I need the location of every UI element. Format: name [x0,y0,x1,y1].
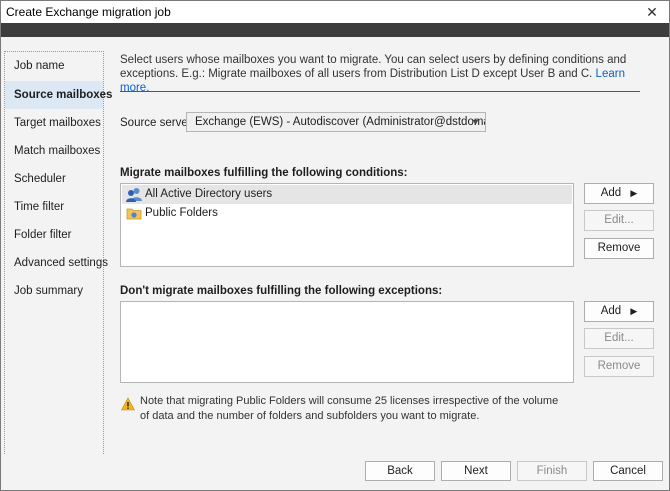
chevron-down-icon: ▼ [471,117,480,127]
close-button[interactable]: ✕ [643,3,661,21]
add-exception-button[interactable]: Add ▶ [584,301,654,322]
sidebar-item-job-name[interactable]: Job name [5,52,103,80]
triangle-right-icon: ▶ [630,188,638,198]
triangle-right-icon: ▶ [630,306,638,316]
conditions-title: Migrate mailboxes fulfilling the followi… [120,167,408,179]
intro-description: Select users whose mailboxes you want to… [120,54,627,80]
wizard-step-list: Job name Source mailboxes Target mailbox… [4,51,112,456]
conditions-list[interactable]: All Active Directory users Public Folder… [120,183,574,267]
sidebar-item-scheduler[interactable]: Scheduler [5,165,103,193]
sidebar-item-target-mailboxes[interactable]: Target mailboxes [5,109,103,137]
remove-condition-button[interactable]: Remove [584,238,654,259]
edit-condition-button[interactable]: Edit... [584,210,654,231]
condition-item-ad-users[interactable]: All Active Directory users [122,185,572,204]
users-icon [126,187,142,202]
add-label: Add [600,305,622,317]
header-band [1,23,669,37]
intro-text: Select users whose mailboxes you want to… [120,53,650,95]
license-note: Note that migrating Public Folders will … [140,395,559,422]
public-folder-icon [126,206,142,221]
next-button[interactable]: Next [441,461,511,481]
edit-exception-button[interactable]: Edit... [584,328,654,349]
add-condition-button[interactable]: Add ▶ [584,183,654,204]
sidebar-item-job-summary[interactable]: Job summary [5,277,103,305]
exceptions-title: Don't migrate mailboxes fulfilling the f… [120,285,443,297]
sidebar-item-match-mailboxes[interactable]: Match mailboxes [5,137,103,165]
dialog-content: Job name Source mailboxes Target mailbox… [1,37,669,456]
cancel-button[interactable]: Cancel [593,461,663,481]
source-server-select[interactable]: Exchange (EWS) - Autodiscover (Administr… [186,112,486,132]
footer-bar: Back Next Finish Cancel [1,455,669,490]
section-divider [120,91,640,92]
dialog-window: Create Exchange migration job ✕ Job name… [0,0,670,491]
condition-label: All Active Directory users [145,188,273,200]
window-title: Create Exchange migration job [6,5,171,19]
finish-button[interactable]: Finish [517,461,587,481]
back-button[interactable]: Back [365,461,435,481]
source-server-value: Exchange (EWS) - Autodiscover (Administr… [195,116,485,128]
sidebar-item-advanced-settings[interactable]: Advanced settings [5,249,108,277]
title-bar: Create Exchange migration job ✕ [1,1,669,23]
condition-item-public-folders[interactable]: Public Folders [122,204,572,223]
exceptions-list[interactable] [120,301,574,383]
remove-exception-button[interactable]: Remove [584,356,654,377]
sidebar-item-source-mailboxes[interactable]: Source mailboxes [5,81,112,109]
source-server-label: Source server: [120,117,195,129]
sidebar-item-time-filter[interactable]: Time filter [5,193,103,221]
main-panel: Select users whose mailboxes you want to… [104,37,669,455]
add-label: Add [600,187,622,199]
warning-icon [120,397,136,411]
condition-label: Public Folders [145,207,218,219]
sidebar-item-folder-filter[interactable]: Folder filter [5,221,103,249]
